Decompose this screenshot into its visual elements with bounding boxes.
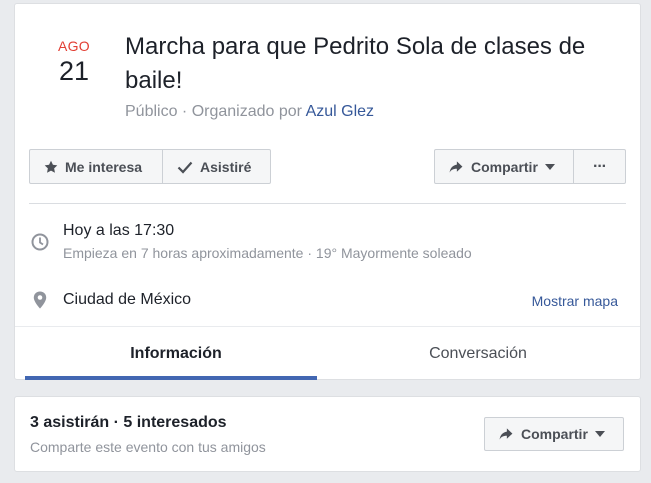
event-meta: Público · Organizado por Azul Glez: [125, 103, 374, 121]
interested-button[interactable]: Me interesa: [29, 149, 163, 184]
tab-information-label: Información: [130, 345, 222, 362]
date-month: AGO: [57, 38, 91, 54]
event-location: Ciudad de México: [63, 291, 192, 308]
share-label: Compartir: [471, 158, 538, 175]
attendance-summary: 3 asistirán · 5 interesados: [30, 414, 227, 431]
organizer-link[interactable]: Azul Glez: [306, 103, 374, 120]
location-pin-icon: [33, 291, 47, 309]
more-options-button[interactable]: ···: [573, 149, 626, 184]
check-icon: [177, 161, 193, 174]
tab-conversation[interactable]: Conversación: [327, 327, 629, 380]
share-event-label: Compartir: [521, 426, 588, 442]
star-icon: [44, 160, 58, 173]
share-event-button[interactable]: Compartir: [484, 417, 624, 451]
clock-icon: [31, 233, 49, 251]
tab-information[interactable]: Información: [25, 327, 327, 380]
date-block: AGO 21: [45, 38, 103, 86]
attendance-card: 3 asistirán · 5 interesados Comparte est…: [14, 396, 641, 472]
going-button[interactable]: Asistiré: [163, 149, 271, 184]
caret-down-icon: [544, 163, 555, 170]
divider: [29, 203, 626, 204]
event-card: AGO 21 Marcha para que Pedrito Sola de c…: [14, 3, 641, 380]
event-time-detail: Empieza en 7 horas aproximadamente · 19°…: [63, 245, 472, 261]
active-tab-indicator: [25, 376, 317, 380]
event-time: Hoy a las 17:30: [63, 222, 175, 239]
interested-label: Me interesa: [65, 158, 143, 175]
going-label: Asistiré: [200, 158, 252, 175]
date-day: 21: [58, 56, 90, 86]
rsvp-button-group: Me interesa Asistiré: [29, 149, 271, 184]
show-map-link[interactable]: Mostrar mapa: [532, 293, 618, 309]
tab-conversation-label: Conversación: [429, 345, 527, 362]
more-options-icon: ···: [593, 157, 607, 175]
share-arrow-icon: [449, 160, 463, 173]
share-arrow-icon: [499, 428, 513, 440]
event-title: Marcha para que Pedrito Sola de clases d…: [125, 33, 586, 94]
share-button[interactable]: Compartir: [434, 149, 574, 184]
privacy-label: Público: [125, 103, 178, 120]
attendance-subtitle: Comparte este evento con tus amigos: [30, 439, 266, 455]
caret-down-icon: [594, 431, 605, 437]
organized-by-label: · Organizado por: [177, 103, 306, 120]
